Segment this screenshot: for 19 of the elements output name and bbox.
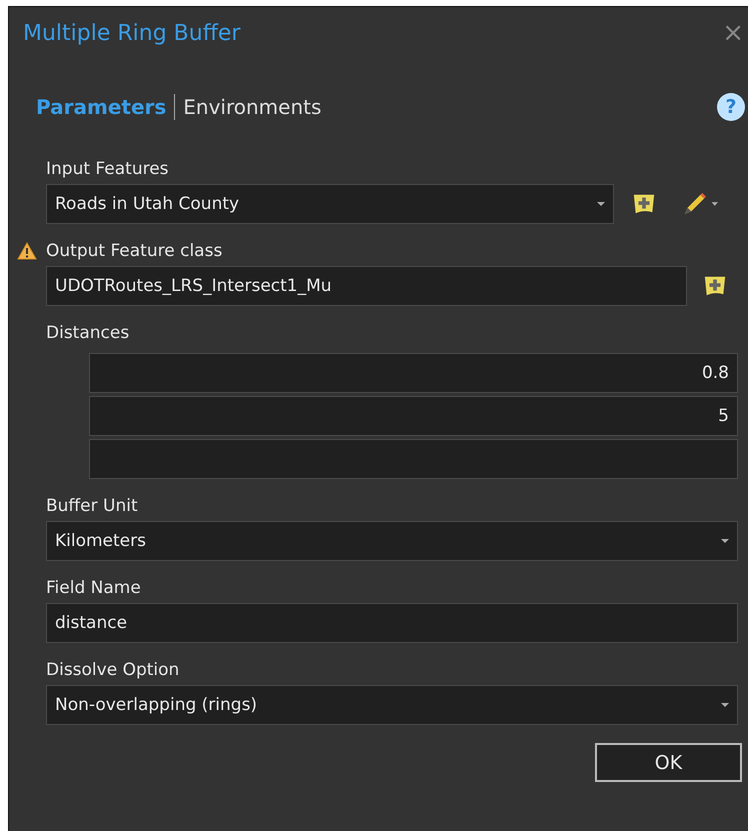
dropdown-field[interactable]: Roads in Utah County	[46, 184, 614, 224]
value-field[interactable]: 5	[89, 396, 738, 436]
close-button[interactable]: ×	[722, 18, 748, 48]
value-field[interactable]	[89, 439, 738, 479]
window-title: Multiple Ring Buffer	[23, 20, 242, 46]
parameter-label: Distances	[46, 323, 130, 343]
parameter-label: Output Feature class	[46, 241, 222, 261]
tab[interactable]: Parameters	[28, 95, 174, 119]
text-field[interactable]: distance	[46, 603, 738, 643]
parameter-label: Input Features	[46, 159, 169, 179]
value-field[interactable]: 0.8	[89, 353, 738, 393]
text-field[interactable]: UDOTRoutes_LRS_Intersect1_Mu	[46, 266, 687, 306]
parameter-label: Buffer Unit	[46, 496, 138, 516]
parameter-label: Field Name	[46, 578, 141, 598]
tab[interactable]: Environments	[175, 95, 330, 119]
ok-button[interactable]: OK	[595, 743, 742, 782]
dropdown-field[interactable]: Kilometers	[46, 521, 738, 561]
parameter-label: Dissolve Option	[46, 660, 180, 680]
dropdown-field[interactable]: Non-overlapping (rings)	[46, 685, 738, 725]
